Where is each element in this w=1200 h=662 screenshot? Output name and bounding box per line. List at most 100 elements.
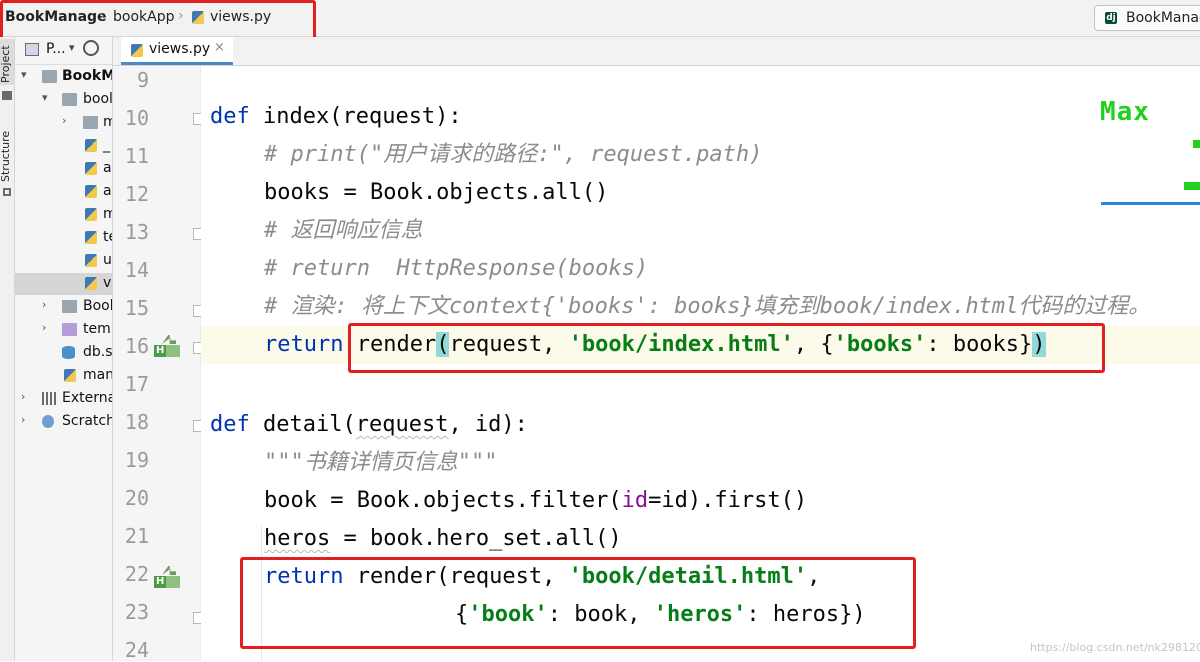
- folder-icon: [62, 300, 77, 313]
- line-number: 15: [124, 296, 149, 320]
- line-number: 9: [136, 68, 149, 92]
- python-file-icon: [85, 254, 97, 267]
- library-icon: [42, 392, 57, 405]
- project-tool-tab-label: Project: [0, 45, 12, 83]
- tree-item-database[interactable]: db.s: [15, 342, 112, 364]
- line-number: 12: [124, 182, 149, 206]
- chevron-right-icon[interactable]: ›: [42, 298, 46, 311]
- tree-item-views-selected[interactable]: v: [15, 273, 112, 295]
- project-panel-title[interactable]: P...: [46, 41, 66, 57]
- folder-icon: [62, 93, 77, 106]
- folder-icon: [42, 70, 57, 83]
- line-number: 17: [124, 372, 149, 396]
- python-file-icon: [192, 11, 204, 24]
- project-icon: [2, 91, 12, 100]
- tree-item-scratches[interactable]: › Scratch: [15, 411, 112, 433]
- tool-window-strip: Project Structure: [0, 37, 15, 661]
- tab-label: views.py: [149, 41, 211, 57]
- line-number: 11: [124, 144, 149, 168]
- code-line-16: return render(request, 'book/index.html'…: [201, 326, 1200, 364]
- tree-item-file[interactable]: u: [15, 250, 112, 272]
- tree-item-file[interactable]: _: [15, 135, 112, 157]
- breadcrumb-file[interactable]: views.py: [210, 9, 271, 25]
- project-panel: P... ▾ ▾ BookM ▾ bool › m _ a a m te u: [15, 37, 113, 661]
- tree-item-external-libraries[interactable]: › Externa: [15, 388, 112, 410]
- tree-item-label: BookM: [62, 68, 113, 84]
- code-line-19: """书籍详情页信息""": [264, 450, 498, 475]
- code-line-22: return render(request, 'book/detail.html…: [264, 564, 821, 589]
- chevron-down-icon[interactable]: ▾: [21, 68, 27, 81]
- code-editor[interactable]: def index(request): # print("用户请求的路径:", …: [201, 66, 1200, 661]
- watermark: https://blog.csdn.net/nk298120: [1030, 641, 1200, 654]
- overlay-underline: [1101, 202, 1200, 205]
- templates-folder-icon: [62, 323, 77, 336]
- code-line-18: def detail(request, id):: [210, 412, 528, 437]
- line-number: 23: [124, 600, 149, 624]
- code-line-13: # 返回响应信息: [264, 218, 423, 243]
- chevron-right-icon[interactable]: ›: [62, 114, 66, 127]
- tree-item-file[interactable]: m: [15, 204, 112, 226]
- python-file-icon: [85, 231, 97, 244]
- line-number: 16: [124, 334, 149, 358]
- python-file-icon: [85, 139, 97, 152]
- close-icon[interactable]: ×: [214, 40, 225, 55]
- line-number: 13: [124, 220, 149, 244]
- tree-item-label: m: [103, 114, 112, 130]
- django-icon: dj: [1105, 12, 1117, 24]
- logo-overlay-fragment: [1193, 140, 1200, 148]
- tree-item-label: _: [103, 137, 110, 153]
- python-file-icon: [131, 44, 143, 57]
- breadcrumb-project[interactable]: BookManage: [5, 9, 107, 25]
- logo-overlay-fragment: [1184, 182, 1200, 190]
- tree-item-project-root[interactable]: ▾ BookM: [15, 66, 112, 88]
- chevron-down-icon[interactable]: ▾: [42, 91, 48, 104]
- logo-overlay: Max: [1100, 97, 1150, 127]
- structure-tool-tab-label[interactable]: Structure: [0, 131, 12, 182]
- line-number: 14: [124, 258, 149, 282]
- breadcrumb-app[interactable]: bookApp: [113, 9, 174, 25]
- tree-item-bookapp[interactable]: ▾ bool: [15, 89, 112, 111]
- chevron-right-icon[interactable]: ›: [21, 413, 25, 426]
- code-line-20: book = Book.objects.filter(id=id).first(…: [264, 488, 808, 513]
- locate-file-icon[interactable]: [83, 40, 99, 56]
- code-line-21: heros = book.hero_set.all(): [264, 526, 622, 551]
- tab-views-py[interactable]: views.py ×: [121, 37, 233, 65]
- tree-item-migrations[interactable]: › m: [15, 112, 112, 134]
- code-line-14: # return HttpResponse(books): [264, 256, 649, 281]
- tree-item-file[interactable]: te: [15, 227, 112, 249]
- code-line-15: # 渲染: 将上下文context{'books': books}填充到book…: [264, 294, 1151, 319]
- tree-item-label: te: [103, 229, 112, 245]
- project-panel-header: P... ▾: [15, 37, 112, 65]
- chevron-down-icon[interactable]: ▾: [69, 41, 75, 54]
- line-marker-icon[interactable]: H: [154, 335, 180, 357]
- editor-gutter[interactable]: 9 10 11 12 13 14 15 16 17 18 19 20 21 22…: [113, 66, 204, 662]
- python-file-icon: [85, 162, 97, 175]
- breadcrumb-separator-icon: ›: [99, 8, 105, 24]
- database-icon: [62, 346, 75, 359]
- folder-icon: [83, 116, 98, 129]
- python-file-icon: [85, 185, 97, 198]
- scratches-icon: [42, 415, 54, 428]
- line-number: 18: [124, 410, 149, 434]
- tree-item-bookmanage-package[interactable]: › Book: [15, 296, 112, 318]
- tree-item-file[interactable]: a: [15, 158, 112, 180]
- editor-tab-bar: views.py ×: [113, 37, 1200, 66]
- code-line-10: def index(request):: [210, 104, 462, 129]
- tree-item-label: Book: [83, 298, 112, 314]
- tree-item-file[interactable]: a: [15, 181, 112, 203]
- breadcrumb-separator-icon: ›: [178, 8, 184, 24]
- chevron-right-icon[interactable]: ›: [42, 321, 46, 334]
- line-marker-icon[interactable]: H: [154, 566, 180, 588]
- structure-icon: [3, 188, 11, 196]
- project-view-icon: [25, 43, 39, 56]
- chevron-right-icon[interactable]: ›: [21, 390, 25, 403]
- line-number: 21: [124, 524, 149, 548]
- tree-item-manage[interactable]: man: [15, 365, 112, 387]
- python-file-icon: [64, 369, 76, 382]
- code-line-11: # print("用户请求的路径:", request.path): [264, 142, 763, 167]
- tree-item-templates[interactable]: › temp: [15, 319, 112, 341]
- run-configuration-selector[interactable]: dj BookManage: [1094, 5, 1200, 31]
- run-configuration-label: BookManage: [1126, 10, 1200, 26]
- tree-item-label: u: [103, 252, 112, 268]
- line-number: 19: [124, 448, 149, 472]
